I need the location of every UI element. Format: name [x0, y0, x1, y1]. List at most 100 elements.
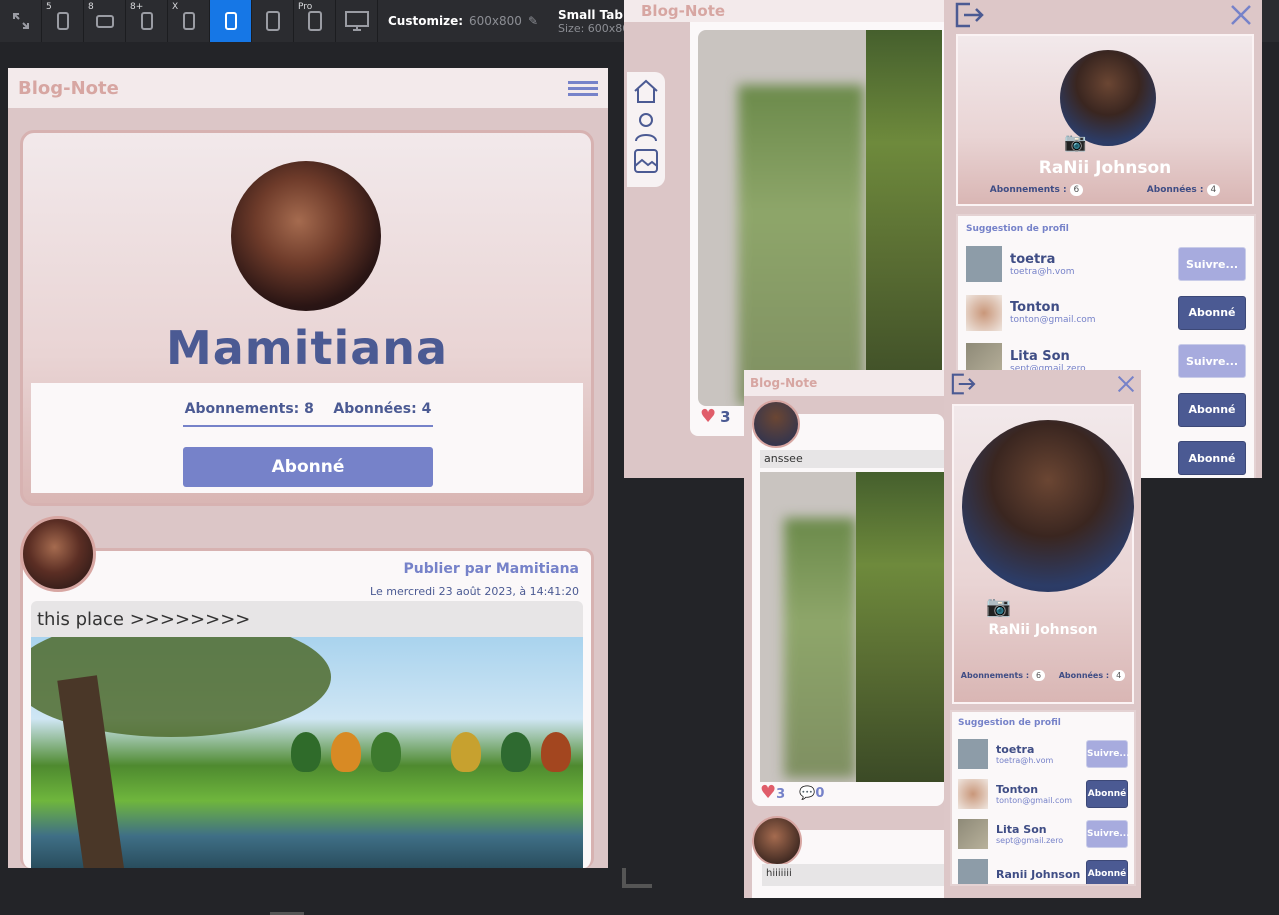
drawer-avatar [962, 420, 1134, 592]
follow-button[interactable]: Suivre... [1086, 740, 1130, 768]
drawer-profile-name: RaNii Johnson [1038, 158, 1172, 178]
device-tablet-button[interactable] [252, 0, 294, 42]
device-small-tablet-button[interactable] [210, 0, 252, 42]
customize-size[interactable]: Customize: 600x800 ✎ [378, 0, 538, 42]
post-author[interactable]: Publier par Mamitiana [404, 561, 580, 577]
suggestion-avatar [958, 779, 988, 809]
drawer-abonnements[interactable]: Abonnements :6 [990, 184, 1084, 196]
device-desktop-button[interactable] [336, 0, 378, 42]
post-text: this place >>>>>>>> [31, 601, 583, 637]
fullscreen-button[interactable] [0, 0, 42, 42]
feed-post: anssee [752, 400, 944, 806]
tablet-icon [307, 11, 322, 31]
suggestion-row: Tonton tonton@gmail.com Abonné [966, 289, 1246, 338]
brand-logo[interactable]: Blog-Note [641, 2, 725, 20]
device-iphone8plus-button[interactable]: 8+ [126, 0, 168, 42]
abonnees-count[interactable]: Abonnées: 4 [333, 401, 431, 417]
heart-icon: ♥ [760, 782, 777, 803]
suggestion-row: Tonton tonton@gmail.com Abonné [958, 774, 1128, 814]
profile-card: Mamitiana Abonnements: 8 Abonnées: 4 Abo… [20, 130, 594, 506]
unfollow-button[interactable]: Abonné [1178, 392, 1246, 427]
profile-drawer: 📷 RaNii Johnson Abonnements :6 Abonnées … [944, 370, 1141, 898]
close-icon[interactable] [1117, 375, 1135, 393]
drawer-stats: Abonnements :6 Abonnées :4 [958, 184, 1252, 196]
drawer-abonnements[interactable]: Abonnements :6 [961, 670, 1046, 681]
default-avatar-icon [966, 246, 1002, 283]
device-iphone8-landscape-button[interactable]: 8 [84, 0, 126, 42]
app-header: Blog-Note [624, 0, 944, 22]
drawer-toolbar [944, 370, 1141, 398]
suggestion-row: Ranii Johnson Abonné [958, 854, 1128, 884]
unfollow-button[interactable]: Abonné [1086, 860, 1128, 884]
brand-logo[interactable]: Blog-Note [18, 78, 119, 99]
device-iphone5-button[interactable]: 5 [42, 0, 84, 42]
desktop-icon [344, 11, 369, 31]
post-text: anssee [760, 450, 944, 468]
comment-counter[interactable]: 💬0 [799, 786, 824, 801]
pencil-icon: ✎ [527, 14, 538, 28]
suggestions-panel: Suggestion de profil toetra toetra@h.vom … [950, 710, 1136, 886]
device-iphonex-button[interactable]: X [168, 0, 210, 42]
phone-landscape-icon [95, 14, 114, 28]
profile-name: Mamitiana [165, 321, 449, 375]
phone-icon [140, 12, 153, 30]
drawer-profile-card: 📷 RaNii Johnson Abonnements :6 Abonnées … [952, 404, 1134, 704]
post-author-avatar[interactable] [752, 400, 800, 448]
heart-icon: ♥ [700, 406, 717, 427]
fullscreen-icon [12, 13, 29, 29]
follow-button[interactable]: Abonné [183, 447, 433, 487]
post-image[interactable] [698, 30, 942, 406]
comment-icon: 💬 [799, 785, 816, 801]
user-icon[interactable] [633, 112, 659, 142]
app-header: Blog-Note [744, 370, 944, 396]
unfollow-button[interactable]: Abonné [1178, 441, 1246, 476]
brand-logo[interactable]: Blog-Note [750, 376, 817, 390]
hamburger-menu-icon[interactable] [568, 80, 598, 96]
post-text: hiiiiiii [762, 864, 944, 886]
camera-icon[interactable]: 📷 [1064, 132, 1086, 153]
device-tablet-pro-button[interactable]: Pro [294, 0, 336, 42]
follow-button[interactable]: Suivre... [1178, 344, 1246, 379]
default-avatar-icon [958, 739, 988, 769]
home-icon[interactable] [632, 78, 660, 106]
preview-frame-small: Blog-Note anssee ♥3 💬0 hiiiiiii 📷 RaNii … [744, 370, 1141, 898]
side-nav [627, 72, 665, 187]
logout-icon[interactable] [954, 2, 984, 28]
follow-counts: Abonnements: 8 Abonnées: 4 [183, 401, 433, 427]
post-image[interactable] [31, 637, 583, 868]
suggestions-title: Suggestion de profil [958, 718, 1061, 728]
like-counter[interactable]: ♥3 [760, 782, 785, 803]
abonnements-count[interactable]: Abonnements: 8 [185, 401, 314, 417]
unfollow-button[interactable]: Abonné [1086, 780, 1128, 808]
post-reactions: ♥3 💬0 [760, 782, 824, 803]
close-icon[interactable] [1230, 4, 1252, 26]
phone-icon [56, 12, 69, 30]
preview-frame-main: Blog-Note Mamitiana Abonnements: 8 Abonn… [8, 68, 608, 868]
post-date: Le mercredi 23 août 2023, à 14:41:20 [370, 585, 579, 598]
drawer-profile-name: RaNii Johnson [988, 622, 1098, 638]
like-counter[interactable]: ♥ 3 [700, 406, 731, 427]
suggestion-row: toetra toetra@h.vom Suivre... [966, 240, 1246, 289]
feed-post: hiiiiiii [752, 816, 944, 898]
post-author-avatar[interactable] [20, 516, 96, 592]
camera-icon[interactable]: 📷 [986, 594, 1011, 618]
drawer-abonnees[interactable]: Abonnées :4 [1147, 184, 1221, 196]
follow-button[interactable]: Suivre... [1086, 820, 1130, 848]
drawer-stats: Abonnements :6 Abonnées :4 [954, 670, 1132, 681]
drawer-abonnees[interactable]: Abonnées :4 [1059, 670, 1126, 681]
suggestion-row: Lita Son sept@gmail.zero Suivre... [958, 814, 1130, 854]
follow-button[interactable]: Suivre... [1178, 247, 1246, 282]
suggestion-avatar [958, 819, 988, 849]
logout-icon[interactable] [950, 373, 976, 395]
post-image[interactable] [760, 472, 944, 782]
suggestion-row: toetra toetra@h.vom Suivre... [958, 734, 1130, 774]
gallery-icon[interactable] [633, 148, 659, 174]
suggestions-title: Suggestion de profil [966, 224, 1069, 234]
post-author-avatar[interactable] [752, 816, 802, 866]
profile-avatar [231, 161, 381, 311]
tablet-icon [265, 11, 280, 31]
app-header: Blog-Note [8, 68, 608, 108]
unfollow-button[interactable]: Abonné [1178, 295, 1246, 330]
resize-handle[interactable] [622, 868, 652, 888]
drawer-toolbar [944, 0, 1262, 30]
